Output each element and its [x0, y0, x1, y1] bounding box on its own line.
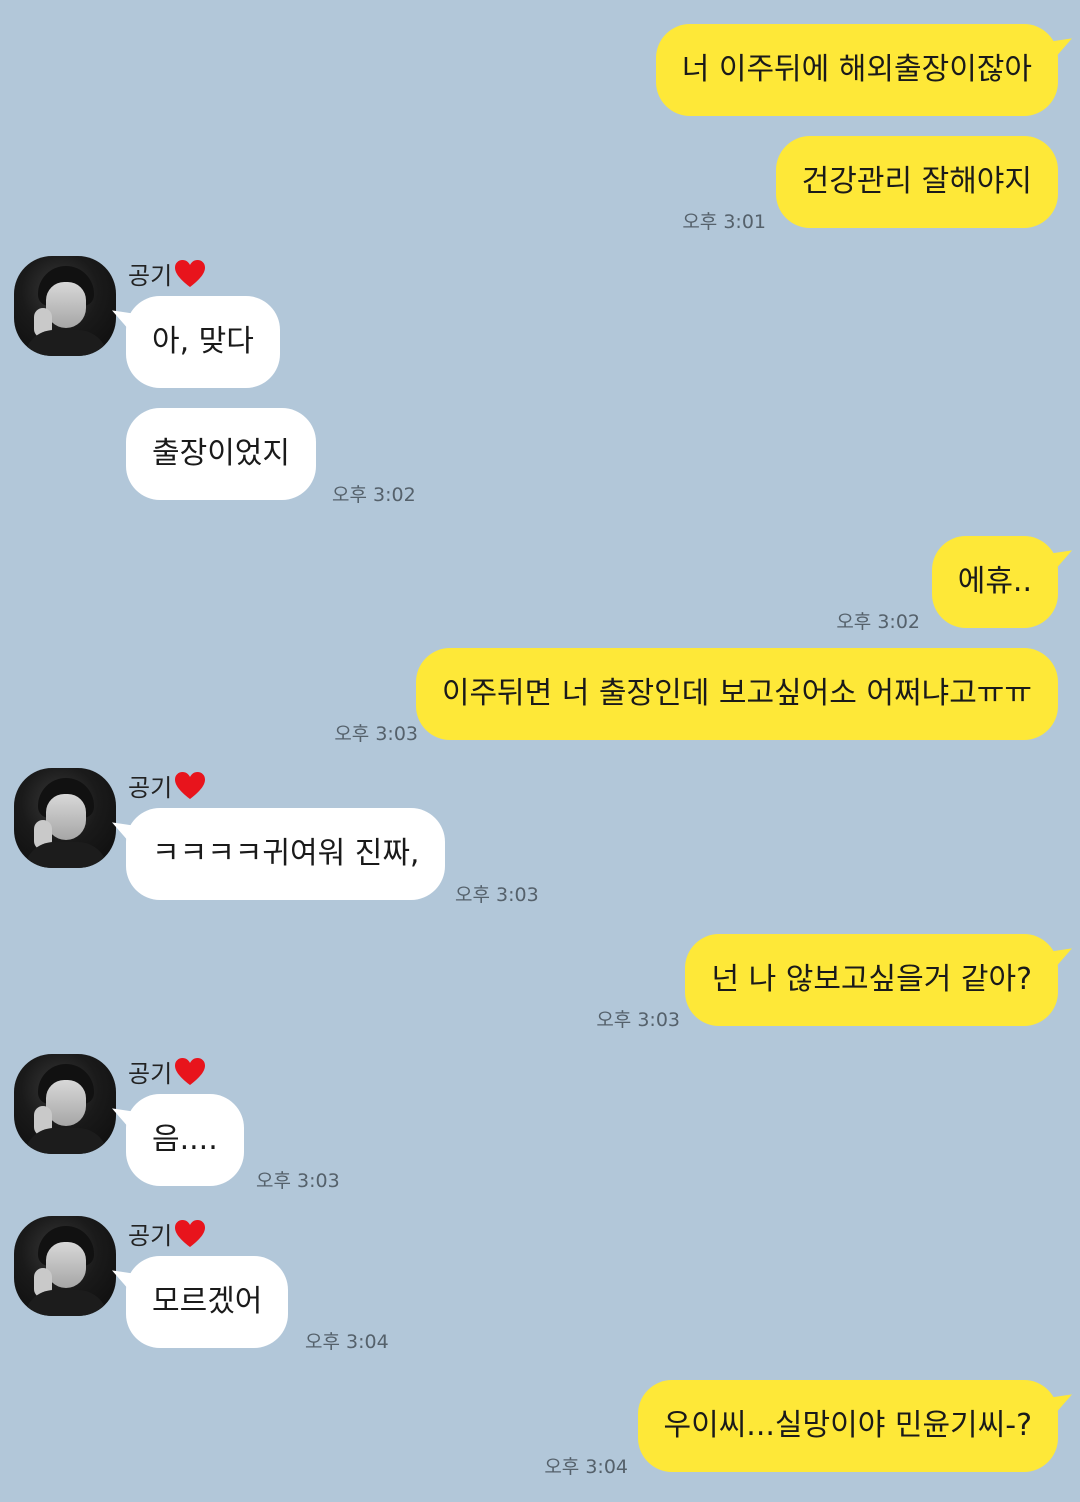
contact-name: 공기	[128, 256, 206, 291]
message-timestamp: 오후 3:04	[544, 1456, 628, 1478]
contact-name: 공기	[128, 1216, 206, 1251]
message-text: 건강관리 잘해야지	[801, 164, 1032, 199]
my-message-bubble[interactable]: 건강관리 잘해야지	[775, 136, 1058, 228]
message-text: 너 이주뒤에 해외출장이잖아	[681, 52, 1032, 87]
chat-area[interactable]: 너 이주뒤에 해외출장이잖아 건강관리 잘해야지 오후 3:01 공기 아, 맞…	[0, 0, 1080, 1502]
message-text: ㅋㅋㅋㅋ귀여워 진짜,	[152, 836, 420, 871]
message-text: 출장이었지	[152, 436, 290, 471]
message-timestamp: 오후 3:03	[334, 723, 418, 745]
message-timestamp: 오후 3:02	[836, 611, 920, 633]
message-timestamp: 오후 3:03	[455, 884, 539, 906]
contact-avatar[interactable]	[14, 1216, 116, 1316]
contact-avatar[interactable]	[14, 768, 116, 868]
heart-icon	[175, 259, 206, 287]
message-text: 우이씨...실망이야 민윤기씨-?	[663, 1408, 1033, 1443]
contact-message-bubble[interactable]: 아, 맞다	[126, 296, 280, 388]
heart-icon	[175, 771, 206, 799]
message-text: 넌 나 않보고싶을거 같아?	[711, 962, 1032, 997]
message-text: 모르겠어	[152, 1284, 263, 1319]
contact-message-bubble[interactable]: 모르겠어	[126, 1256, 289, 1348]
message-text: 아, 맞다	[152, 324, 254, 359]
message-text: 이주뒤면 너 출장인데 보고싶어소 어쩌냐고ㅠㅠ	[441, 676, 1032, 711]
my-message-bubble[interactable]: 넌 나 않보고싶을거 같아?	[685, 934, 1058, 1026]
message-timestamp: 오후 3:02	[332, 484, 416, 506]
message-text: 음....	[152, 1122, 218, 1157]
contact-message-bubble[interactable]: 음....	[126, 1094, 244, 1186]
message-timestamp: 오후 3:01	[682, 211, 766, 233]
contact-message-bubble[interactable]: ㅋㅋㅋㅋ귀여워 진짜,	[126, 808, 446, 900]
my-message-bubble[interactable]: 너 이주뒤에 해외출장이잖아	[655, 24, 1058, 116]
heart-icon	[175, 1219, 206, 1247]
contact-message-bubble[interactable]: 출장이었지	[126, 408, 316, 500]
contact-avatar[interactable]	[14, 1054, 116, 1154]
my-message-bubble[interactable]: 우이씨...실망이야 민윤기씨-?	[637, 1380, 1058, 1472]
heart-icon	[175, 1057, 206, 1085]
contact-avatar[interactable]	[14, 256, 116, 356]
message-timestamp: 오후 3:04	[305, 1331, 389, 1353]
my-message-bubble[interactable]: 이주뒤면 너 출장인데 보고싶어소 어쩌냐고ㅠㅠ	[415, 648, 1058, 740]
contact-name: 공기	[128, 1054, 206, 1089]
contact-name: 공기	[128, 768, 206, 803]
message-text: 에휴..	[957, 564, 1032, 599]
message-timestamp: 오후 3:03	[256, 1170, 340, 1192]
message-timestamp: 오후 3:03	[596, 1009, 680, 1031]
my-message-bubble[interactable]: 에휴..	[931, 536, 1058, 628]
